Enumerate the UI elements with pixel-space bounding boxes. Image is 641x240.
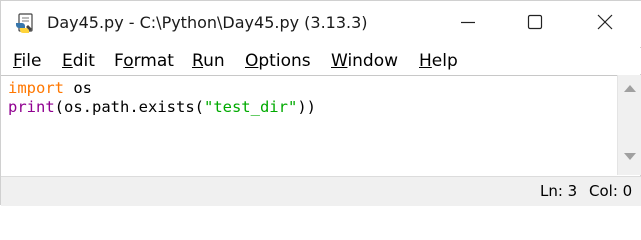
maximize-icon <box>527 14 543 34</box>
title-bar[interactable]: Day45.py - C:\Python\Day45.py (3.13.3) <box>1 1 641 47</box>
idle-python-icon <box>14 13 36 35</box>
code-line-1: import os <box>8 79 92 97</box>
close-icon <box>597 14 613 34</box>
import-keyword: import <box>8 79 64 97</box>
menu-file[interactable]: File <box>13 51 41 71</box>
menu-bar: File Edit Format Run Options Window Help <box>1 48 641 74</box>
status-bar: Ln: 3 Col: 0 <box>1 176 641 206</box>
print-builtin: print <box>8 98 55 116</box>
column-number-status: Col: 0 <box>589 182 633 200</box>
menu-edit[interactable]: Edit <box>62 51 95 71</box>
minimize-icon <box>460 14 476 34</box>
code-line-2: print(os.path.exists("test_dir")) <box>8 98 316 116</box>
menu-help[interactable]: Help <box>419 51 458 71</box>
scroll-up-arrow-icon[interactable] <box>624 85 636 92</box>
menu-format[interactable]: Format <box>114 51 174 71</box>
line-number-status: Ln: 3 <box>540 182 578 200</box>
menu-options[interactable]: Options <box>245 51 311 71</box>
scroll-down-arrow-icon[interactable] <box>624 153 636 160</box>
window-title: Day45.py - C:\Python\Day45.py (3.13.3) <box>47 13 368 32</box>
minimize-button[interactable] <box>433 1 503 47</box>
idle-editor-window: Day45.py - C:\Python\Day45.py (3.13.3) F… <box>0 0 641 206</box>
vertical-scrollbar[interactable] <box>617 75 641 175</box>
string-literal: "test_dir" <box>203 98 298 116</box>
maximize-button[interactable] <box>500 1 570 47</box>
code-editor[interactable]: import os print(os.path.exists("test_dir… <box>1 75 617 175</box>
close-button[interactable] <box>570 1 640 47</box>
menu-window[interactable]: Window <box>331 51 398 71</box>
menu-run[interactable]: Run <box>192 51 225 71</box>
